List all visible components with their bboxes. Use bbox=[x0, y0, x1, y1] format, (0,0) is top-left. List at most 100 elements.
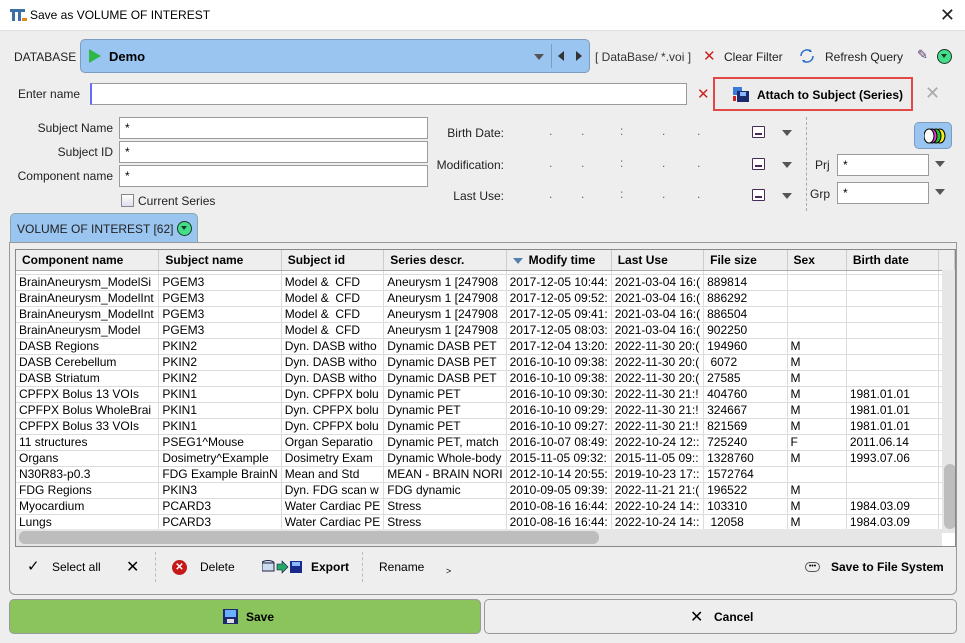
table-row[interactable]: CPFPX Bolus 13 VOIs PKIN1 Dyn. CPFPX bolu D… bbox=[16, 386, 955, 403]
table-row[interactable]: BrainAneurysm_ModelInt PGEM3 Model & CFD An… bbox=[16, 306, 955, 323]
tab-menu-icon[interactable] bbox=[177, 221, 192, 236]
next-database-button[interactable] bbox=[576, 51, 582, 61]
select-all-button[interactable]: Select all bbox=[52, 560, 101, 574]
table-cell bbox=[787, 466, 847, 483]
column-header[interactable]: Last Use bbox=[611, 250, 705, 271]
save-to-file-system-button[interactable]: Save to File System bbox=[831, 560, 944, 574]
table-cell: PKIN3 bbox=[158, 482, 282, 499]
table-cell: 2022-11-30 21:! bbox=[611, 402, 705, 419]
table-row[interactable]: BrainAneurysm_ModelInt PGEM3 Model & CFD An… bbox=[16, 290, 955, 307]
table-cell: 1993.07.06 bbox=[846, 450, 940, 467]
attach-to-subject-button[interactable]: Attach to Subject (Series) bbox=[713, 77, 913, 111]
refresh-icon[interactable] bbox=[798, 47, 816, 65]
current-series-checkbox[interactable] bbox=[121, 194, 134, 207]
prj-input[interactable] bbox=[837, 154, 929, 176]
table-row[interactable]: CPFPX Bolus 33 VOIs PKIN1 Dyn. CPFPX bolu D… bbox=[16, 418, 955, 435]
save-button[interactable]: Save bbox=[9, 599, 481, 634]
delete-button[interactable]: Delete bbox=[200, 560, 235, 574]
clear-name-icon[interactable]: ✕ bbox=[697, 85, 710, 103]
table-cell bbox=[846, 274, 940, 291]
birth-date-calendar-icon[interactable] bbox=[752, 126, 765, 138]
component-name-input[interactable] bbox=[119, 165, 428, 187]
play-icon bbox=[89, 49, 101, 63]
save-to-file-system-icon[interactable]: ••• bbox=[805, 562, 820, 572]
table-row[interactable]: BrainAneurysm_ModelSi PGEM3 Model & CFD Ane… bbox=[16, 274, 955, 291]
close-attach-icon[interactable]: ✕ bbox=[925, 83, 940, 104]
table-row[interactable]: Myocardium PCARD3 Water Cardiac PE Stress 20… bbox=[16, 498, 955, 515]
vertical-scroll-thumb[interactable] bbox=[944, 464, 955, 529]
modification-calendar-icon[interactable] bbox=[752, 158, 765, 170]
previous-database-button[interactable] bbox=[558, 51, 564, 61]
vertical-scrollbar[interactable] bbox=[942, 270, 955, 533]
table-cell: 2021-03-04 16:( bbox=[611, 322, 705, 339]
attach-label: Attach to Subject (Series) bbox=[757, 88, 904, 102]
column-header-label: Subject id bbox=[287, 252, 346, 267]
grp-input[interactable] bbox=[837, 182, 929, 204]
column-header[interactable]: Component name bbox=[16, 250, 160, 271]
column-header[interactable]: Series descr. bbox=[383, 250, 507, 271]
table-row[interactable]: BrainAneurysm_Model PGEM3 Model & CFD Aneur… bbox=[16, 322, 955, 339]
rename-button[interactable]: Rename bbox=[379, 560, 424, 574]
table-row[interactable]: FDG Regions PKIN3 Dyn. FDG scan w FDG dynam… bbox=[16, 482, 955, 499]
database-dropdown-icon[interactable] bbox=[534, 54, 544, 60]
clear-filter-icon[interactable]: ✕ bbox=[703, 47, 716, 65]
modification-dropdown-icon[interactable] bbox=[782, 162, 792, 168]
table-cell: 2017-12-05 09:41: bbox=[506, 306, 612, 323]
table-cell: FDG Regions bbox=[16, 482, 160, 499]
export-button[interactable]: Export bbox=[311, 560, 349, 574]
horizontal-scrollbar[interactable] bbox=[16, 529, 942, 546]
horizontal-scroll-thumb[interactable] bbox=[19, 531, 599, 544]
last-use-dropdown-icon[interactable] bbox=[782, 193, 792, 199]
options-dropdown-icon[interactable] bbox=[937, 49, 952, 64]
subjects-button[interactable] bbox=[914, 122, 952, 149]
grp-dropdown-icon[interactable] bbox=[935, 189, 945, 195]
database-selector[interactable]: Demo bbox=[80, 39, 590, 73]
table-cell: 2016-10-10 09:29: bbox=[506, 402, 612, 419]
table-cell: Aneurysm 1 [247908 bbox=[383, 274, 507, 291]
cancel-button[interactable]: ✕ Cancel bbox=[484, 599, 957, 634]
last-use-calendar-icon[interactable] bbox=[752, 189, 765, 201]
column-header[interactable]: Modify time bbox=[506, 250, 612, 271]
column-header[interactable]: Birth date bbox=[846, 250, 940, 271]
table-cell: M bbox=[787, 370, 847, 387]
close-window-button[interactable]: ✕ bbox=[940, 5, 955, 26]
table-cell: BrainAneurysm_ModelInt bbox=[16, 290, 160, 307]
refresh-query-button[interactable]: Refresh Query bbox=[825, 50, 903, 64]
subject-id-input[interactable] bbox=[119, 141, 428, 163]
table-cell bbox=[846, 338, 940, 355]
more-button[interactable]: > bbox=[446, 566, 451, 576]
prj-dropdown-icon[interactable] bbox=[935, 161, 945, 167]
table-cell: M bbox=[787, 498, 847, 515]
column-header[interactable]: Sex bbox=[787, 250, 847, 271]
table-row[interactable]: DASB Regions PKIN2 Dyn. DASB witho Dynamic … bbox=[16, 338, 955, 355]
table-row[interactable]: N30R83-p0.3 FDG Example BrainN Mean and St… bbox=[16, 466, 955, 483]
table-cell: 1984.03.09 bbox=[846, 498, 940, 515]
name-input[interactable] bbox=[90, 83, 687, 105]
table-cell: MEAN - BRAIN NORI bbox=[383, 466, 507, 483]
column-header[interactable]: Subject name bbox=[158, 250, 282, 271]
delete-icon[interactable]: ✕ bbox=[172, 560, 187, 575]
column-header[interactable]: Subject id bbox=[281, 250, 385, 271]
table-row[interactable]: CPFPX Bolus WholeBrai PKIN1 Dyn. CPFPX bol… bbox=[16, 402, 955, 419]
table-row[interactable]: DASB Cerebellum PKIN2 Dyn. DASB witho Dynam… bbox=[16, 354, 955, 371]
table-row[interactable]: 11 structures PSEG1^Mouse Organ Separatio D… bbox=[16, 434, 955, 451]
checkmark-icon[interactable]: ✓ bbox=[27, 557, 40, 575]
table-cell: 2017-12-04 13:20: bbox=[506, 338, 612, 355]
table-cell: F bbox=[787, 434, 847, 451]
table-row[interactable]: Lungs PCARD3 Water Cardiac PE Stress 2010-08… bbox=[16, 514, 955, 531]
table-row[interactable]: DASB Striatum PKIN2 Dyn. DASB witho Dynamic… bbox=[16, 370, 955, 387]
deselect-all-button[interactable]: ✕ bbox=[126, 557, 139, 577]
table-cell: M bbox=[787, 450, 847, 467]
tab-volume-of-interest[interactable]: VOLUME OF INTEREST [62] bbox=[10, 213, 198, 243]
table-cell: 2022-11-30 20:( bbox=[611, 370, 705, 387]
clear-filter-button[interactable]: Clear Filter bbox=[724, 50, 783, 64]
column-header-label: Series descr. bbox=[390, 252, 465, 267]
table-cell: 1981.01.01 bbox=[846, 386, 940, 403]
eraser-icon[interactable]: ✎ bbox=[917, 47, 928, 63]
export-icon[interactable] bbox=[262, 560, 302, 574]
table-cell: FDG Example BrainN bbox=[158, 466, 282, 483]
subject-name-input[interactable] bbox=[119, 117, 428, 139]
table-row[interactable]: Organs Dosimetry^Example Dosimetry Exam Dyn… bbox=[16, 450, 955, 467]
column-header[interactable]: File size bbox=[703, 250, 788, 271]
birth-date-dropdown-icon[interactable] bbox=[782, 130, 792, 136]
